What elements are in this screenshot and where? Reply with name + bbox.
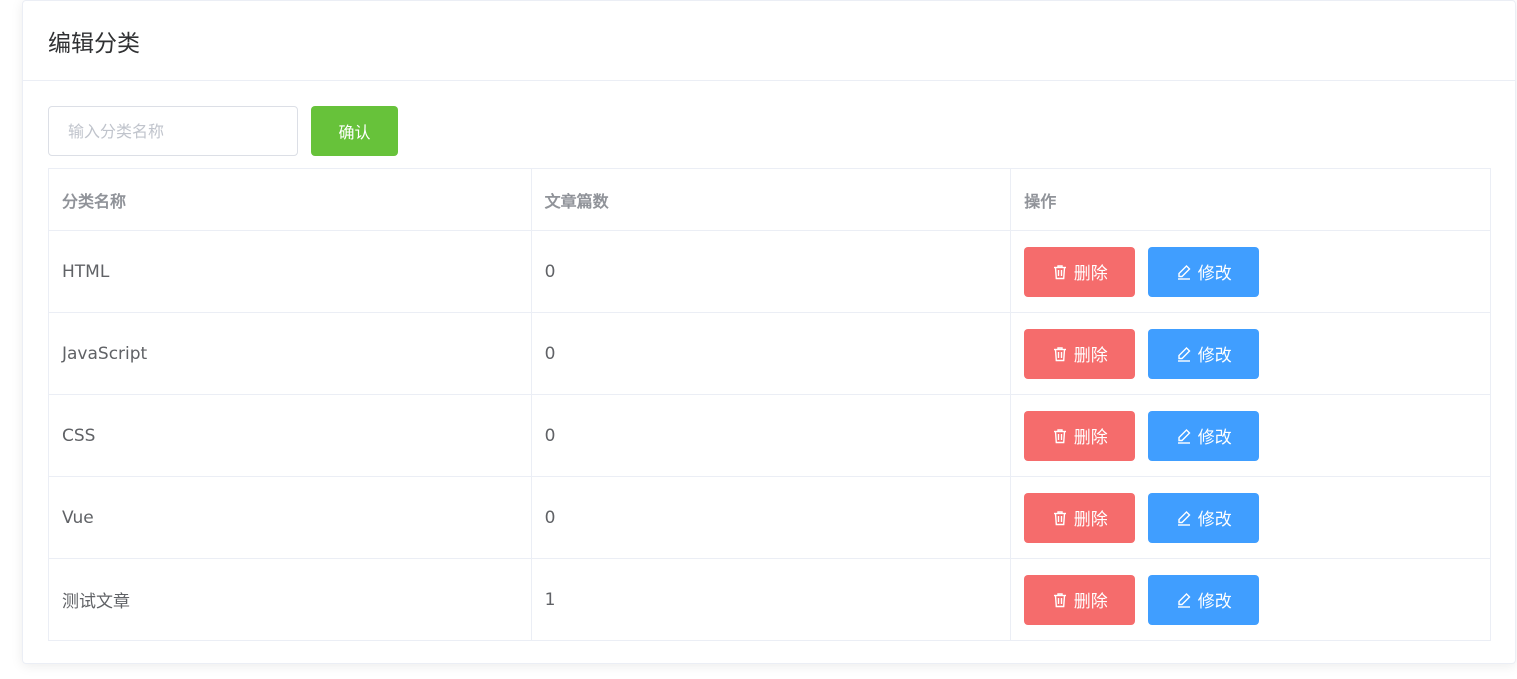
article-count-cell: 0 — [531, 312, 1012, 395]
trash-icon — [1052, 346, 1068, 362]
edit-button-label: 修改 — [1197, 428, 1232, 448]
table-row: 测试文章 1 删除 修改 — [48, 558, 1491, 641]
delete-button[interactable]: 删除 — [1024, 328, 1136, 379]
delete-button[interactable]: 删除 — [1024, 492, 1136, 543]
header-article-count: 文章篇数 — [531, 168, 1012, 231]
edit-button[interactable]: 修改 — [1148, 492, 1260, 543]
edit-button[interactable]: 修改 — [1148, 410, 1260, 461]
delete-button[interactable]: 删除 — [1024, 410, 1136, 461]
edit-pen-icon — [1176, 346, 1192, 362]
delete-button[interactable]: 删除 — [1024, 574, 1136, 625]
header-operations: 操作 — [1010, 168, 1491, 231]
table-body: HTML 0 删除 修改 JavaScript 0 删除 修改 CSS 0 删除 修改 Vue 0 删除 修改… — [48, 230, 1491, 641]
trash-icon — [1052, 510, 1068, 526]
category-name-cell: 测试文章 — [48, 558, 532, 641]
trash-icon — [1052, 428, 1068, 444]
table-row: JavaScript 0 删除 修改 — [48, 312, 1491, 395]
edit-category-card: 编辑分类 确认 分类名称 文章篇数 操作 HTML0删除修改JavaScript… — [22, 0, 1516, 664]
edit-button-label: 修改 — [1197, 592, 1232, 612]
table-row: Vue 0 删除 修改 — [48, 476, 1491, 559]
article-count-cell: 0 — [531, 394, 1012, 477]
card-title: 编辑分类 — [48, 30, 140, 57]
card-header: 编辑分类 — [23, 1, 1515, 81]
table-header-row: 分类名称 文章篇数 操作 — [48, 168, 1491, 231]
table-row: CSS 0 删除 修改 — [48, 394, 1491, 477]
article-count-cell: 1 — [531, 558, 1012, 641]
edit-button-label: 修改 — [1197, 346, 1232, 366]
operations-cell: 删除 修改 — [1010, 476, 1491, 559]
edit-pen-icon — [1176, 428, 1192, 444]
category-name-cell: Vue — [48, 476, 532, 559]
table-row: HTML 0 删除 修改 — [48, 230, 1491, 313]
edit-button[interactable]: 修改 — [1148, 574, 1260, 625]
category-name-cell: JavaScript — [48, 312, 532, 395]
article-count-cell: 0 — [531, 230, 1012, 313]
category-name-cell: CSS — [48, 394, 532, 477]
category-table: 分类名称 文章篇数 操作 HTML 0 删除 修改 JavaScript 0 删除 修改 CSS… — [48, 168, 1491, 641]
category-name-input[interactable] — [48, 106, 298, 156]
delete-button-label: 删除 — [1073, 346, 1108, 366]
category-name-cell: HTML — [48, 230, 532, 313]
operations-cell: 删除 修改 — [1010, 558, 1491, 641]
operations-cell: 删除 修改 — [1010, 312, 1491, 395]
edit-button-label: 修改 — [1197, 510, 1232, 530]
operations-cell: 删除 修改 — [1010, 394, 1491, 477]
delete-button-label: 删除 — [1073, 264, 1108, 284]
header-category-name: 分类名称 — [48, 168, 532, 231]
edit-pen-icon — [1176, 592, 1192, 608]
edit-button[interactable]: 修改 — [1148, 246, 1260, 297]
trash-icon — [1052, 264, 1068, 280]
edit-pen-icon — [1176, 264, 1192, 280]
delete-button-label: 删除 — [1073, 428, 1108, 448]
article-count-cell: 0 — [531, 476, 1012, 559]
delete-button[interactable]: 删除 — [1024, 246, 1136, 297]
delete-button-label: 删除 — [1073, 592, 1108, 612]
operations-cell: 删除 修改 — [1010, 230, 1491, 313]
trash-icon — [1052, 592, 1068, 608]
edit-button-label: 修改 — [1197, 264, 1232, 284]
delete-button-label: 删除 — [1073, 510, 1108, 530]
edit-button[interactable]: 修改 — [1148, 328, 1260, 379]
edit-pen-icon — [1176, 510, 1192, 526]
confirm-button[interactable]: 确认 — [311, 106, 398, 156]
toolbar: 确认 — [48, 106, 398, 156]
